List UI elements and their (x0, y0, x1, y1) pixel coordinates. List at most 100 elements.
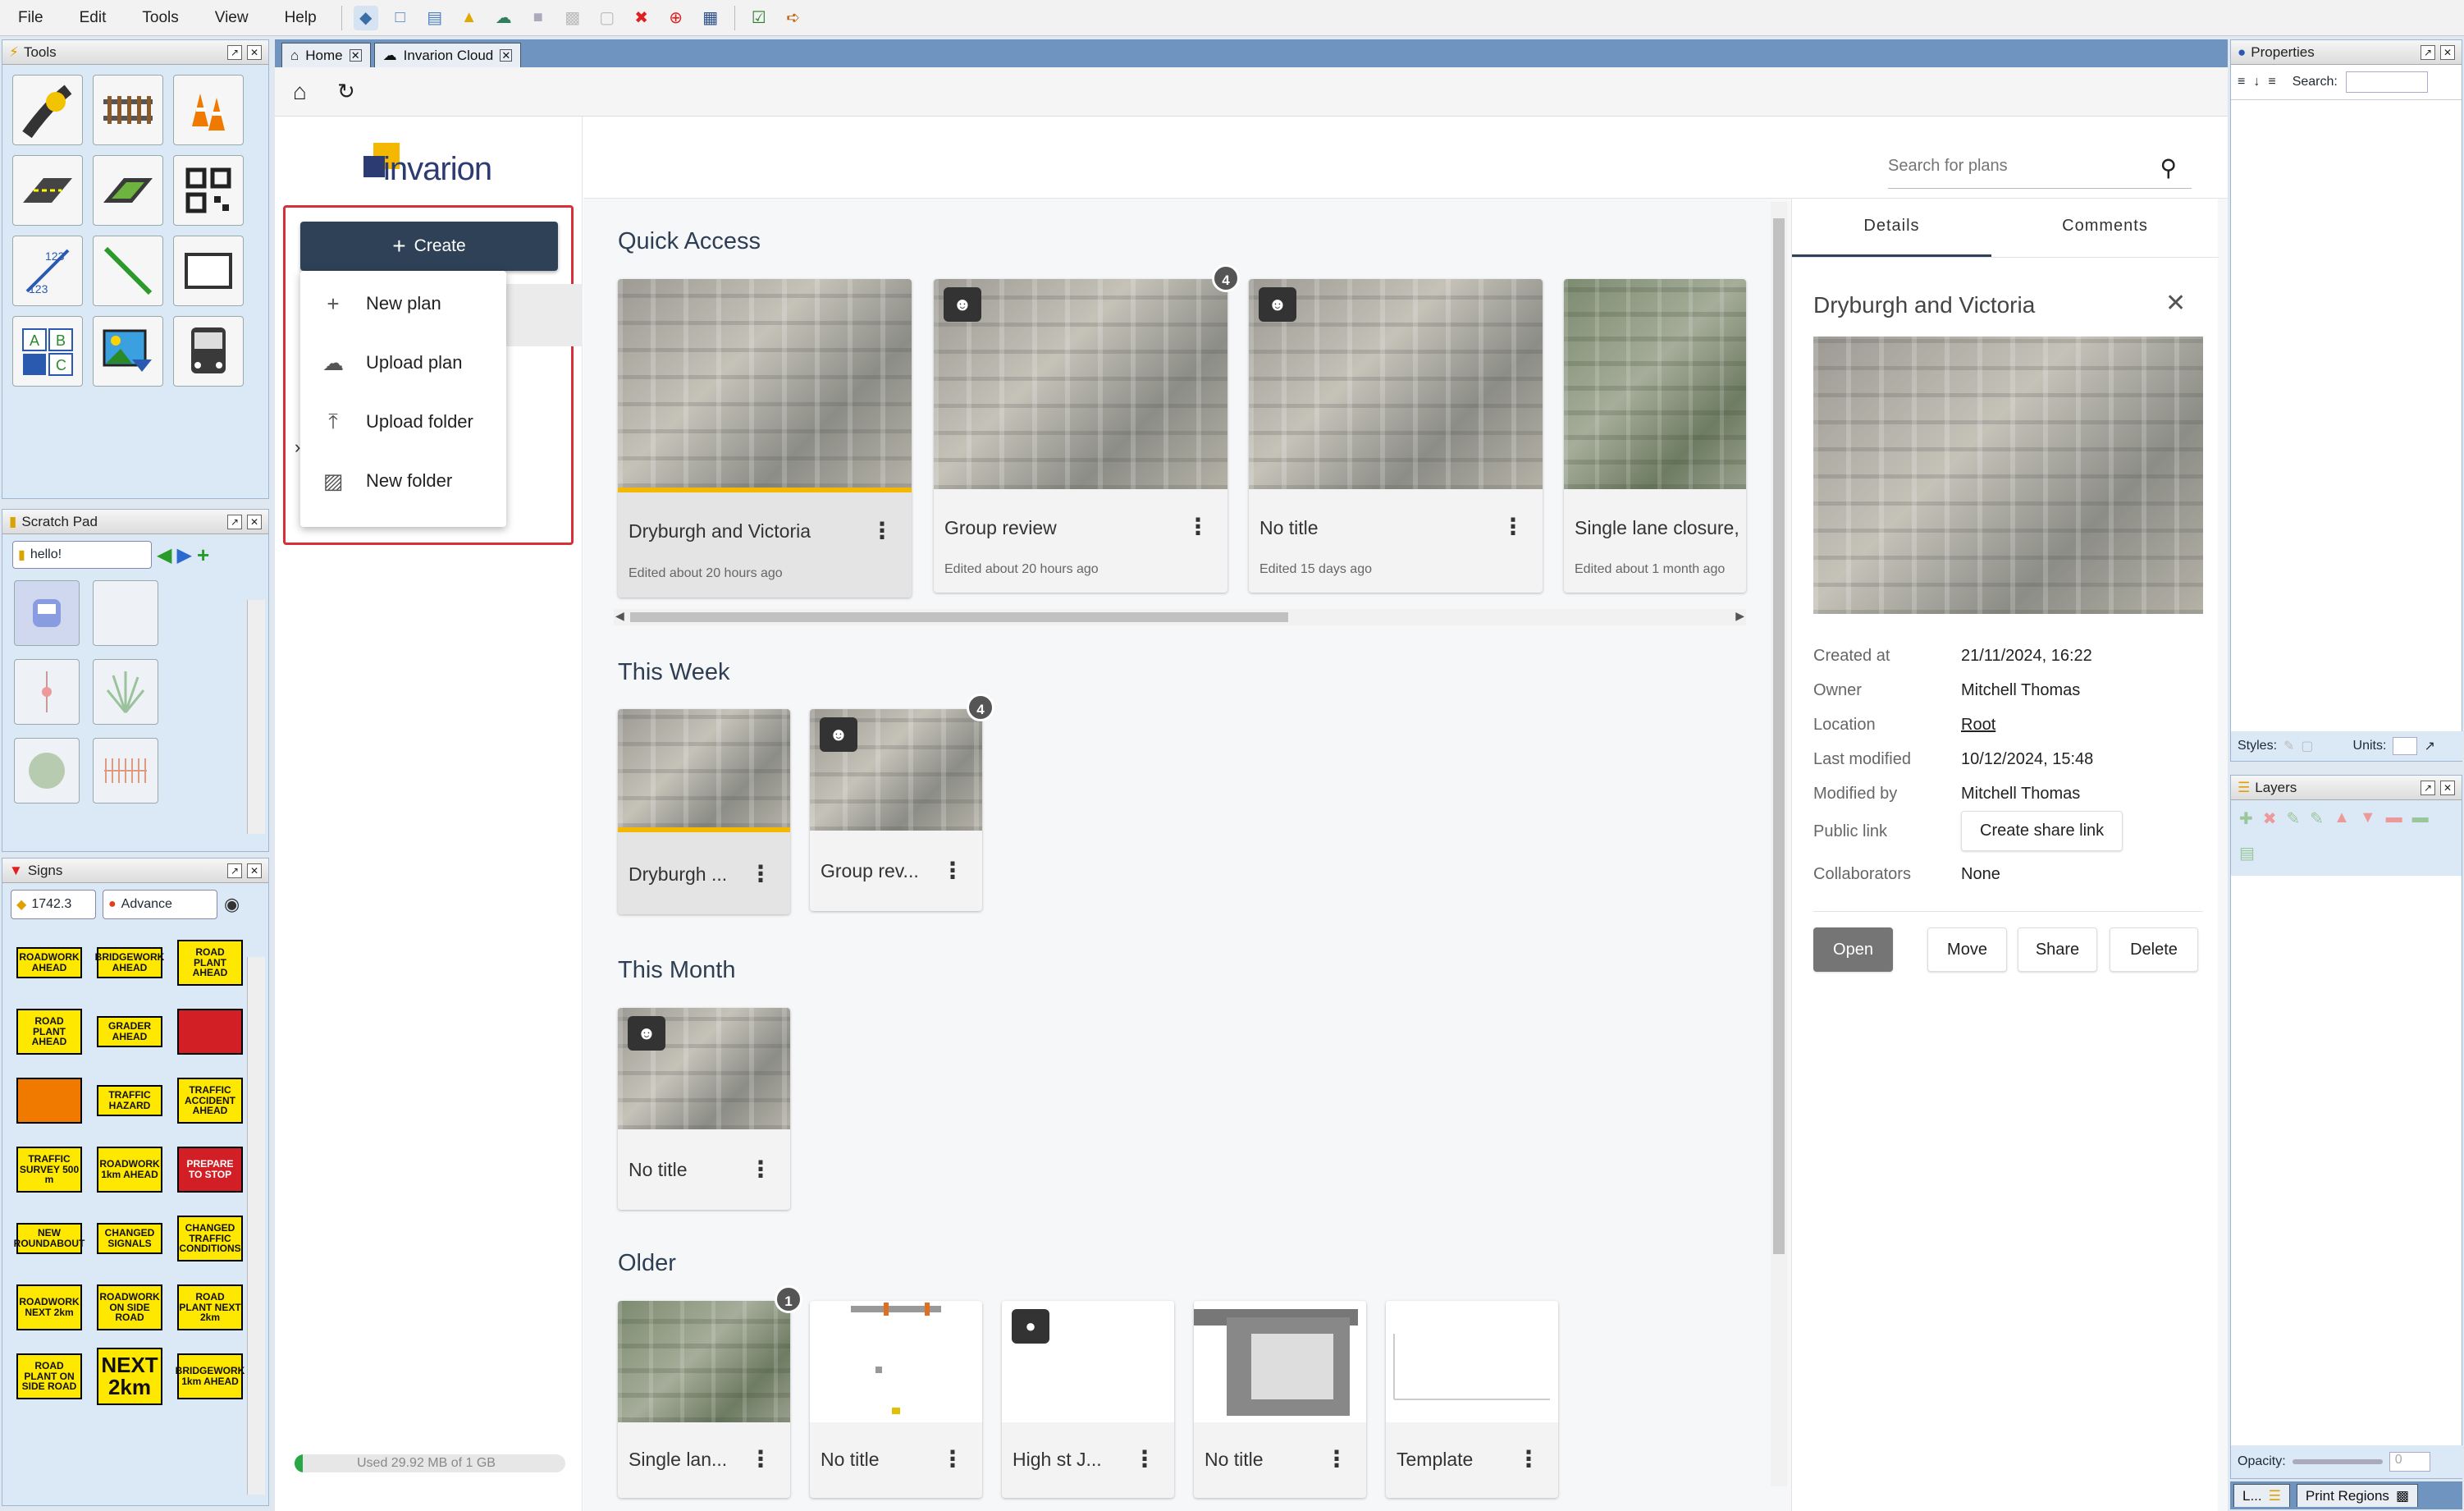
scroll-left-icon[interactable]: ◀ (615, 609, 624, 623)
traffic-sign-item[interactable]: GRADER AHEAD (97, 1016, 162, 1047)
close-panel-button[interactable]: ✕ (247, 44, 262, 60)
undock-button[interactable]: ↗ (227, 514, 242, 529)
open-file-icon[interactable]: ▤ (423, 6, 447, 30)
cones-tool-icon[interactable] (173, 75, 244, 145)
traffic-sign-item[interactable]: ROADWORK AHEAD (16, 947, 82, 978)
undock-button[interactable]: ↗ (2421, 780, 2435, 795)
traffic-sign-item[interactable]: CHANGED SIGNALS (97, 1223, 162, 1254)
merge-layer-icon[interactable]: ▬ (2386, 808, 2402, 833)
plan-card[interactable]: Single lan... ⋮ (618, 1301, 790, 1498)
more-options-icon[interactable]: ⋮ (1517, 1445, 1540, 1472)
plan-card[interactable]: ● High st J... ⋮ (1002, 1301, 1174, 1498)
layer-list-icon[interactable]: ▤ (2239, 843, 2255, 868)
line-tool-icon[interactable] (93, 236, 163, 306)
edit-layer-icon[interactable]: ✎ (2287, 808, 2301, 833)
close-tab-icon[interactable]: ✕ (500, 49, 513, 62)
traffic-sign-item[interactable]: TRAFFIC ACCIDENT AHEAD (177, 1078, 243, 1124)
more-options-icon[interactable]: ⋮ (1502, 513, 1525, 540)
traffic-sign-item[interactable]: TRAFFIC SURVEY 500 m (16, 1147, 82, 1193)
close-panel-button[interactable]: ✕ (2440, 780, 2455, 795)
traffic-sign-item[interactable]: CHANGED TRAFFIC CONDITIONS (177, 1216, 243, 1261)
tab-details[interactable]: Details (1792, 217, 1991, 236)
share-button[interactable]: Share (2018, 927, 2097, 972)
more-options-icon[interactable]: ⋮ (871, 517, 894, 544)
main-vertical-scrollbar[interactable] (1771, 202, 1787, 1486)
checkbox-icon[interactable]: ☑ (747, 6, 771, 30)
style-copy-icon[interactable]: ▢ (2301, 738, 2313, 754)
bus-stop-icon[interactable] (14, 580, 80, 646)
traffic-sign-item[interactable]: BRIDGEWORK 1km AHEAD (176, 1353, 245, 1399)
qr-code-tool-icon[interactable] (173, 155, 244, 226)
binoculars-icon[interactable]: ◉ (224, 894, 240, 915)
plan-card[interactable]: No title ⋮ (810, 1301, 982, 1498)
export-icon[interactable]: ▢ (595, 6, 619, 30)
add-layer-icon[interactable]: ✚ (2239, 808, 2253, 833)
menu-tools[interactable]: Tools (124, 9, 196, 27)
traffic-sign-item[interactable]: TRAFFIC HAZARD (97, 1085, 162, 1116)
arrow-left-icon[interactable]: ◀ (157, 543, 171, 567)
plan-card[interactable]: ☻ No title ⋮ (618, 1008, 790, 1210)
move-layer-up-icon[interactable]: ▲ (2334, 808, 2350, 833)
road-tool-icon[interactable] (12, 75, 83, 145)
units-dropdown[interactable] (2393, 737, 2418, 755)
close-icon[interactable]: ✕ (2165, 289, 2186, 318)
open-button[interactable]: Open (1813, 927, 1893, 972)
style-brush-icon[interactable]: ✎ (2283, 738, 2294, 754)
more-options-icon[interactable]: ⋮ (749, 860, 772, 887)
traffic-sign-item[interactable]: ROAD PLANT AHEAD (16, 1009, 82, 1055)
sort-down-icon[interactable]: ↓ (2253, 75, 2260, 89)
horizontal-scrollbar[interactable]: ◀ ▶ (614, 609, 1746, 625)
road-surface-tool-icon[interactable] (12, 155, 83, 226)
signs-scrollbar[interactable] (247, 957, 265, 1495)
scrollbar-thumb[interactable] (630, 612, 1288, 622)
plan-card[interactable]: ☻ Group rev... ⋮ (810, 709, 982, 911)
more-options-icon[interactable]: ⋮ (1186, 513, 1209, 540)
more-options-icon[interactable]: ⋮ (749, 1445, 772, 1472)
more-options-icon[interactable]: ⋮ (941, 1445, 964, 1472)
print-icon[interactable]: ▩ (560, 6, 585, 30)
undock-button[interactable]: ↗ (2421, 44, 2435, 60)
map-icon[interactable]: ◆ (353, 5, 378, 30)
menu-upload-folder[interactable]: ⤒ Upload folder (300, 392, 506, 451)
plan-card[interactable]: No title ⋮ (1194, 1301, 1366, 1498)
import-icon[interactable]: ▲ (457, 6, 482, 30)
properties-search-input[interactable] (2345, 71, 2428, 93)
tab-layers-short[interactable]: L... ☰ (2233, 1484, 2290, 1507)
tab-home[interactable]: ⌂ Home ✕ (281, 43, 371, 67)
plan-card[interactable]: Dryburgh ... ⋮ (618, 709, 790, 914)
undock-button[interactable]: ↗ (227, 44, 242, 60)
plan-card[interactable]: ☻ Group review Edited about 20 hours ago… (934, 279, 1227, 593)
traffic-sign-item[interactable]: ROAD PLANT AHEAD (177, 940, 243, 986)
duplicate-layer-icon[interactable]: ▬ (2412, 808, 2429, 833)
menu-help[interactable]: Help (267, 9, 335, 27)
close-panel-button[interactable]: ✕ (247, 863, 262, 878)
search-icon[interactable]: ⚲ (2160, 154, 2177, 181)
close-panel-button[interactable]: ✕ (2440, 44, 2455, 60)
menu-edit[interactable]: Edit (62, 9, 125, 27)
menu-upload-plan[interactable]: ☁ Upload plan (300, 333, 506, 392)
search-input[interactable] (1888, 149, 2126, 182)
location-link[interactable]: Root (1961, 716, 1995, 735)
rectangle-tool-icon[interactable] (173, 236, 244, 306)
traffic-sign-item[interactable]: BRIDGEWORK AHEAD (95, 947, 164, 978)
menu-new-folder[interactable]: ▨ New folder (300, 451, 506, 511)
sort-icon[interactable]: ≡ (2238, 75, 2245, 89)
move-layer-down-icon[interactable]: ▼ (2360, 808, 2376, 833)
signs-value-field[interactable]: ◆ 1742.3 (11, 890, 96, 919)
add-icon[interactable]: + (197, 543, 209, 568)
rename-layer-icon[interactable]: ✎ (2310, 808, 2324, 833)
scratch-pad-name-field[interactable]: ▮ hello! (12, 541, 152, 569)
traffic-sign-item[interactable]: ROADWORK NEXT 2km (16, 1284, 82, 1330)
tab-print-regions[interactable]: Print Regions ▩ (2296, 1484, 2418, 1507)
scroll-right-icon[interactable]: ▶ (1735, 609, 1744, 623)
shrub-icon[interactable] (14, 738, 80, 804)
traffic-sign-item[interactable]: ROADWORK ON SIDE ROAD (97, 1284, 162, 1330)
traffic-sign-item[interactable]: ROAD PLANT ON SIDE ROAD (16, 1353, 82, 1399)
remove-layer-icon[interactable]: ✖ (2263, 808, 2277, 833)
fence-icon[interactable] (93, 738, 158, 804)
pole-icon[interactable] (14, 659, 80, 725)
traffic-sign-item[interactable]: NEW ROUNDABOUT (14, 1223, 85, 1254)
blank-item-icon[interactable] (93, 580, 158, 646)
grass-area-tool-icon[interactable] (93, 155, 163, 226)
scrollbar-thumb[interactable] (1773, 218, 1785, 1254)
